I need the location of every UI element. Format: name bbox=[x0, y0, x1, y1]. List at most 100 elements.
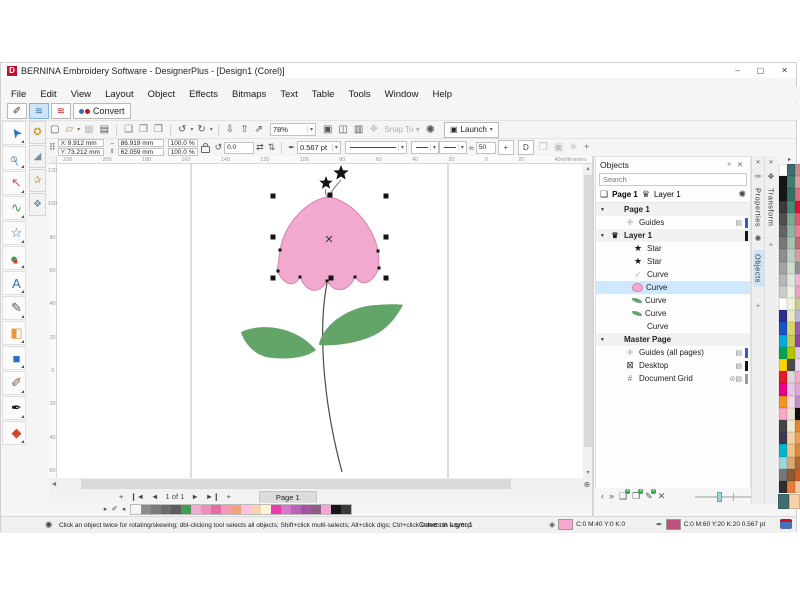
document-color-swatch[interactable] bbox=[221, 505, 231, 514]
menu-item[interactable]: Edit bbox=[40, 89, 56, 100]
printable-icon[interactable]: ⊘▤ bbox=[730, 375, 742, 383]
docker-action-icon[interactable]: ❑ bbox=[619, 491, 627, 502]
palette-swatch[interactable] bbox=[795, 432, 800, 444]
palette-swatch[interactable] bbox=[795, 286, 800, 298]
objects-tree-row[interactable]: Star bbox=[596, 242, 750, 255]
star-shape[interactable] bbox=[333, 165, 348, 180]
palette-swatch[interactable] bbox=[787, 408, 795, 420]
objects-tree-row[interactable]: Curve bbox=[596, 307, 750, 320]
close-icon[interactable]: ✕ bbox=[768, 159, 773, 166]
palette-swatch[interactable] bbox=[795, 164, 800, 176]
stem-curve[interactable] bbox=[323, 283, 342, 472]
object-height-field[interactable]: 62.059 mm bbox=[118, 148, 164, 156]
current-page-label[interactable]: Page 1 bbox=[612, 190, 638, 199]
palette-swatch[interactable] bbox=[787, 237, 795, 249]
toolbar-icon[interactable]: ❒ bbox=[536, 142, 551, 153]
palette-swatch[interactable] bbox=[779, 432, 787, 444]
palette-swatch[interactable] bbox=[787, 420, 795, 432]
document-color-swatch[interactable] bbox=[301, 505, 311, 514]
layer-color-bar[interactable] bbox=[745, 335, 748, 345]
palette-flyout-icon[interactable]: ▸ bbox=[101, 505, 110, 513]
tab-properties[interactable]: Properties bbox=[754, 188, 763, 227]
add-docker-button[interactable]: + bbox=[769, 240, 774, 249]
printable-icon[interactable]: ▤ bbox=[735, 349, 742, 357]
document-color-swatch[interactable] bbox=[131, 505, 141, 514]
palette-swatch[interactable] bbox=[787, 432, 795, 444]
docker-close-icon[interactable]: ✕ bbox=[734, 161, 746, 169]
chevron-down-icon[interactable]: ▾ bbox=[398, 144, 404, 151]
objects-tree-row[interactable]: ▼ Layer 1 bbox=[596, 229, 750, 242]
toolbar-icon[interactable] bbox=[116, 124, 117, 136]
menu-item[interactable]: Help bbox=[432, 89, 452, 100]
palette-swatch[interactable] bbox=[779, 347, 787, 359]
document-color-swatch[interactable] bbox=[191, 505, 201, 514]
toolbox-tool[interactable]: ■ bbox=[2, 346, 26, 370]
add-page-button[interactable]: + bbox=[226, 492, 230, 501]
palette-swatch[interactable] bbox=[795, 176, 800, 188]
toolbar-icon[interactable]: ◫ bbox=[335, 124, 350, 135]
objects-tree-row[interactable]: Document Grid ⊘▤ bbox=[596, 372, 750, 385]
toolbox-tool[interactable]: ✐ bbox=[2, 371, 26, 395]
toolbar-icon[interactable]: ✳ bbox=[566, 142, 580, 153]
layer-color-bar[interactable] bbox=[745, 374, 748, 384]
scale-v-field[interactable]: 100.0% bbox=[168, 148, 198, 156]
palette-swatch[interactable] bbox=[787, 359, 795, 371]
canvas-mode-button[interactable]: ≋ bbox=[29, 103, 49, 119]
toolbox-tool[interactable]: ✎ bbox=[2, 296, 26, 320]
flower-shape[interactable] bbox=[277, 197, 379, 290]
palette-swatch[interactable] bbox=[779, 274, 787, 286]
palette-swatch[interactable] bbox=[795, 359, 800, 371]
palette-swatch[interactable] bbox=[779, 298, 787, 310]
palette-swatch[interactable] bbox=[787, 164, 795, 176]
palette-swatch[interactable] bbox=[787, 176, 795, 188]
toolbar-icon[interactable]: ▱ bbox=[62, 124, 76, 135]
launch-button[interactable]: ▣ Launch ▾ bbox=[444, 122, 499, 138]
canvas-mode-button[interactable]: ✐ bbox=[7, 103, 27, 119]
docker-action-icon[interactable]: » bbox=[609, 491, 614, 501]
printable-icon[interactable]: ▤ bbox=[735, 362, 742, 370]
layer-color-bar[interactable] bbox=[745, 231, 748, 241]
line-style-combo[interactable]: ▾ bbox=[345, 141, 407, 154]
smoothness-field[interactable]: 50 bbox=[476, 142, 496, 154]
expander-icon[interactable]: ▼ bbox=[599, 233, 606, 239]
palette-swatch[interactable] bbox=[779, 188, 787, 200]
previous-page-button[interactable]: ◄ bbox=[151, 492, 158, 501]
drawing-canvas[interactable]: 120100806040200204060 bbox=[49, 164, 583, 478]
palette-swatch[interactable] bbox=[787, 371, 795, 383]
palette-swatch[interactable] bbox=[795, 457, 800, 469]
document-color-swatch[interactable] bbox=[161, 505, 171, 514]
machine-icon[interactable] bbox=[780, 519, 792, 529]
document-color-swatch[interactable] bbox=[171, 505, 181, 514]
lock-ratio-icon[interactable] bbox=[201, 146, 210, 153]
toolbar-icon[interactable]: ⇧ bbox=[237, 124, 251, 135]
toolbar-icon[interactable]: ▢ bbox=[47, 124, 62, 135]
fill-color-swatch[interactable] bbox=[558, 519, 573, 530]
toolbar-icon[interactable]: ↺ bbox=[175, 124, 189, 135]
menu-item[interactable]: Object bbox=[148, 89, 175, 100]
document-color-swatch[interactable] bbox=[251, 505, 261, 514]
mini-toolbar-tool[interactable]: ◢ bbox=[29, 145, 46, 168]
palette-swatch[interactable] bbox=[795, 335, 800, 347]
palette-swatch[interactable] bbox=[795, 201, 800, 213]
close-icon[interactable]: ✕ bbox=[755, 159, 760, 166]
palette-swatch[interactable] bbox=[795, 188, 800, 200]
y-position-field[interactable]: Y:73.212 mm bbox=[58, 148, 104, 156]
menu-item[interactable]: View bbox=[71, 89, 91, 100]
document-color-swatch[interactable] bbox=[281, 505, 291, 514]
palette-swatch[interactable] bbox=[779, 383, 787, 395]
layer-color-bar[interactable] bbox=[745, 270, 748, 280]
page-tab[interactable]: Page 1 bbox=[259, 491, 317, 503]
palette-swatch[interactable] bbox=[795, 249, 800, 261]
palette-swatch[interactable] bbox=[779, 469, 787, 481]
palette-swatch[interactable] bbox=[795, 322, 800, 334]
scale-h-field[interactable]: 100.0% bbox=[168, 139, 198, 147]
palette-swatch[interactable] bbox=[779, 420, 787, 432]
palette-swatch[interactable] bbox=[787, 347, 795, 359]
layer-color-bar[interactable] bbox=[745, 309, 748, 319]
objects-tree-row[interactable]: Curve bbox=[596, 281, 750, 294]
objects-tree-row[interactable]: Desktop ▤ bbox=[596, 359, 750, 372]
next-page-button[interactable]: ► bbox=[191, 492, 198, 501]
docker-action-icon[interactable]: ❒ bbox=[632, 491, 640, 502]
chevron-down-icon[interactable]: ▾ bbox=[332, 144, 338, 151]
mini-toolbar-tool[interactable]: ✪ bbox=[29, 121, 46, 144]
